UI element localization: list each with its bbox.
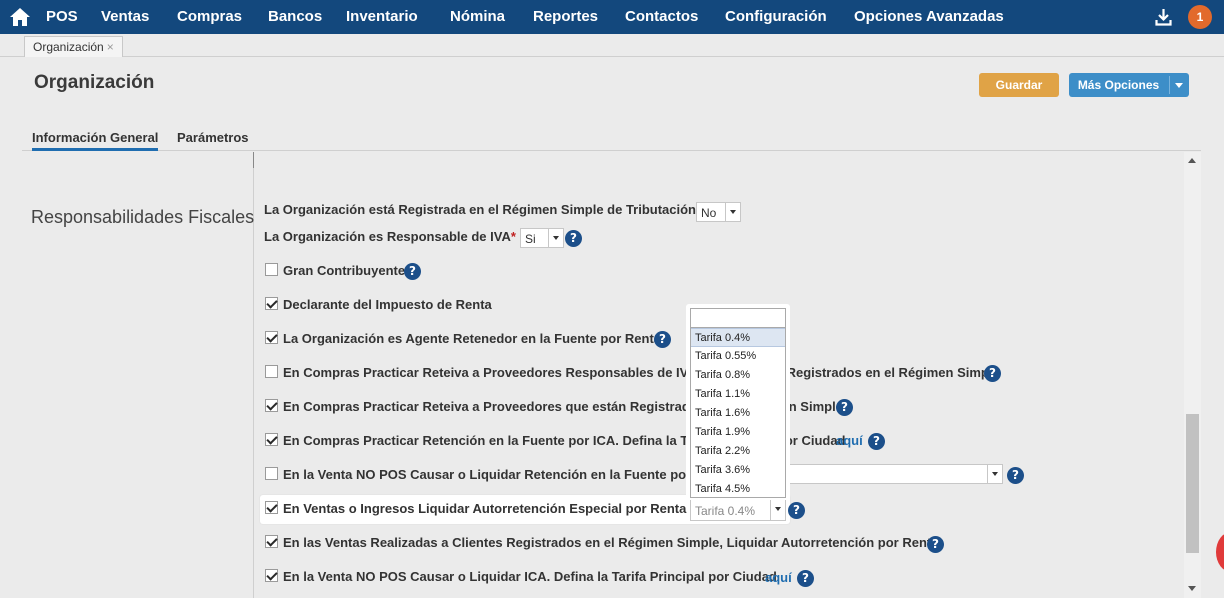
row-label: Declarante del Impuesto de Renta [283, 297, 492, 312]
chevron-down-icon [987, 465, 1002, 483]
divider [253, 152, 254, 168]
chevron-down-icon [725, 203, 740, 221]
checkbox-declarante-renta[interactable] [265, 297, 278, 310]
row-label: En la Venta NO POS Causar o Liquidar Ret… [283, 467, 731, 482]
option-tarifa-3-6[interactable]: Tarifa 3.6% [691, 461, 785, 480]
nav-compras[interactable]: Compras [177, 0, 242, 34]
link-aqui[interactable]: aquí [765, 570, 792, 585]
subtabs: Información General Parámetros [22, 128, 1201, 151]
help-icon[interactable]: ? [654, 331, 671, 348]
option-tarifa-0-8[interactable]: Tarifa 0.8% [691, 366, 785, 385]
field-label: La Organización está Registrada en el Ré… [264, 202, 697, 217]
help-icon[interactable]: ? [404, 263, 421, 280]
help-icon[interactable]: ? [797, 570, 814, 587]
top-navigation-bar: POS Ventas Compras Bancos Inventario Nóm… [0, 0, 1224, 34]
more-options-label: Más Opciones [1077, 78, 1160, 92]
checkbox-reteiva-responsables[interactable] [265, 365, 278, 378]
retencion-renta-select[interactable] [786, 464, 1003, 484]
tab-informacion-general[interactable]: Información General [32, 128, 159, 151]
nav-bancos[interactable]: Bancos [268, 0, 322, 34]
option-tarifa-4-5[interactable]: Tarifa 4.5% [691, 480, 785, 499]
select-value: Si [525, 232, 536, 246]
option-tarifa-0-55[interactable]: Tarifa 0.55% [691, 347, 785, 366]
document-tab-strip: Organización × [0, 34, 1224, 57]
checkbox-agente-retenedor[interactable] [265, 331, 278, 344]
option-tarifa-1-6[interactable]: Tarifa 1.6% [691, 404, 785, 423]
nav-ventas[interactable]: Ventas [101, 0, 149, 34]
checkbox-autorretencion-simple[interactable] [265, 535, 278, 548]
scrollbar[interactable] [1184, 152, 1201, 598]
row-label: En Compras Practicar Reteiva a Proveedor… [283, 365, 1000, 380]
option-tarifa-2-2[interactable]: Tarifa 2.2% [691, 442, 785, 461]
select-value: No [701, 206, 717, 220]
checkbox-gran-contribuyente[interactable] [265, 263, 278, 276]
field-label: La Organización es Responsable de IVA* [264, 229, 516, 244]
dropdown-search-input[interactable] [690, 308, 786, 328]
regimen-simple-select[interactable]: No [696, 202, 741, 222]
scrollbar-thumb[interactable] [1186, 414, 1199, 553]
nav-contactos[interactable]: Contactos [625, 0, 698, 34]
option-tarifa-0-4[interactable]: Tarifa 0.4% [691, 328, 785, 347]
help-icon[interactable]: ? [927, 536, 944, 553]
checkbox-reteiva-simple[interactable] [265, 399, 278, 412]
help-icon[interactable]: ? [836, 399, 853, 416]
page-title: Organización [34, 72, 155, 93]
chevron-down-icon [548, 229, 563, 247]
close-icon[interactable]: × [107, 40, 114, 54]
checkbox-ica-venta[interactable] [265, 569, 278, 582]
nav-nomina[interactable]: Nómina [450, 0, 505, 34]
option-tarifa-1-1[interactable]: Tarifa 1.1% [691, 385, 785, 404]
nav-configuracion[interactable]: Configuración [725, 0, 827, 34]
nav-inventario[interactable]: Inventario [346, 0, 418, 34]
chevron-down-icon [770, 500, 785, 520]
help-icon[interactable]: ? [788, 502, 805, 519]
scroll-up-icon[interactable] [1188, 158, 1196, 163]
responsable-iva-select[interactable]: Si [520, 228, 564, 248]
row-label: En Ventas o Ingresos Liquidar Autorreten… [283, 501, 687, 516]
more-options-button[interactable]: Más Opciones [1069, 73, 1189, 97]
section-title: Responsabilidades Fiscales [31, 207, 255, 227]
link-aqui[interactable]: aquí [836, 433, 863, 448]
checkbox-autorretencion-especial[interactable] [265, 501, 278, 514]
help-icon[interactable]: ? [868, 433, 885, 450]
option-tarifa-1-9[interactable]: Tarifa 1.9% [691, 423, 785, 442]
nav-opciones-avanzadas[interactable]: Opciones Avanzadas [854, 0, 1004, 34]
home-icon[interactable] [9, 7, 31, 27]
help-icon[interactable]: ? [984, 365, 1001, 382]
scroll-down-icon[interactable] [1188, 586, 1196, 591]
row-label: En la Venta NO POS Causar o Liquidar ICA… [283, 569, 777, 584]
save-button[interactable]: Guardar [979, 73, 1059, 97]
help-icon[interactable]: ? [565, 230, 582, 247]
row-label: En las Ventas Realizadas a Clientes Regi… [283, 535, 939, 550]
download-icon[interactable] [1155, 8, 1172, 26]
chat-widget-button[interactable] [1216, 532, 1224, 572]
tarifa-select[interactable]: Tarifa 0.4% [690, 499, 786, 521]
chevron-down-icon[interactable] [1175, 83, 1183, 88]
tarifa-dropdown: Tarifa 0.4% Tarifa 0.55% Tarifa 0.8% Tar… [686, 304, 790, 500]
notification-badge[interactable]: 1 [1188, 5, 1212, 29]
tab-organizacion[interactable]: Organización × [24, 36, 123, 57]
nav-pos[interactable]: POS [46, 0, 78, 34]
checkbox-retencion-ica[interactable] [265, 433, 278, 446]
row-label: La Organización es Agente Retenedor en l… [283, 331, 662, 346]
tab-parametros[interactable]: Parámetros [177, 128, 249, 151]
nav-reportes[interactable]: Reportes [533, 0, 598, 34]
row-label: Gran Contribuyente [283, 263, 406, 278]
help-icon[interactable]: ? [1007, 467, 1024, 484]
tab-organizacion-label: Organización [33, 40, 104, 54]
divider [1169, 76, 1170, 94]
dropdown-options: Tarifa 0.4% Tarifa 0.55% Tarifa 0.8% Tar… [690, 328, 786, 498]
checkbox-retencion-renta-venta[interactable] [265, 467, 278, 480]
select-value: Tarifa 0.4% [695, 504, 756, 518]
